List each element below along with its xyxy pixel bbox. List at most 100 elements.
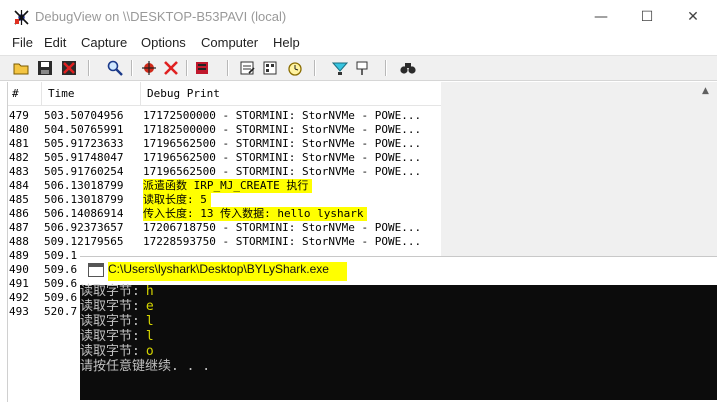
row-number: 490 — [9, 263, 29, 276]
minimize-button[interactable]: — — [578, 0, 624, 34]
toolbar-separator — [186, 60, 188, 76]
scroll-up-arrow-icon[interactable]: ▲ — [698, 84, 713, 99]
console-line-value: o — [145, 344, 154, 359]
console-line-value: e — [145, 299, 154, 314]
row-number: 487 — [9, 221, 29, 234]
console-line-label: 读取字节: — [80, 284, 140, 299]
row-time: 504.50765991 — [44, 123, 124, 136]
clear-icon[interactable] — [60, 59, 78, 77]
console-line-label: 读取字节: — [80, 344, 140, 359]
table-row[interactable]: 488 509.12179565 17228593750 - STORMINI: S… — [8, 235, 442, 249]
row-number: 482 — [9, 151, 29, 164]
row-time: 506.13018799 — [44, 193, 124, 206]
console-line-value: h — [145, 284, 154, 299]
console-line-value: l — [145, 329, 154, 344]
menu-edit[interactable]: Edit — [44, 35, 66, 50]
row-message: 派遣函数 IRP_MJ_CREATE 执行 — [143, 179, 313, 193]
row-number: 486 — [9, 207, 29, 220]
row-message: 读取长度: 5 — [143, 193, 211, 207]
table-row[interactable]: 484 506.13018799 派遣函数 IRP_MJ_CREATE 执行 — [8, 179, 442, 193]
toolbar-separator — [88, 60, 90, 76]
console-titlebar[interactable]: C:\Users\lyshark\Desktop\BYLyShark.exe — [80, 256, 717, 285]
console-app-icon — [88, 263, 104, 277]
row-time: 503.50704956 — [44, 109, 124, 122]
row-time: 509.6 — [44, 291, 78, 304]
edit-filter-icon[interactable] — [238, 59, 256, 77]
toolbar-separator — [227, 60, 229, 76]
row-time: 520.7 — [44, 305, 78, 318]
row-number: 492 — [9, 291, 29, 304]
binoculars-icon[interactable] — [399, 59, 417, 77]
capture-icon[interactable] — [140, 59, 158, 77]
row-message: 17196562500 - STORMINI: StorNVMe - POWE.… — [143, 151, 422, 164]
row-number: 488 — [9, 235, 29, 248]
menu-computer[interactable]: Computer — [201, 35, 258, 50]
row-message: 17182500000 - STORMINI: StorNVMe - POWE.… — [143, 123, 422, 136]
find-icon[interactable] — [106, 59, 124, 77]
row-message: 17172500000 - STORMINI: StorNVMe - POWE.… — [143, 109, 422, 122]
table-row[interactable]: 486 506.14086914 传入长度: 13 传入数据: hello lysh… — [8, 207, 442, 221]
open-icon[interactable] — [12, 59, 30, 77]
table-row[interactable]: 483 505.91760254 17196562500 - STORMINI: S… — [8, 165, 442, 179]
console-line: 读取字节: o — [80, 344, 154, 360]
table-row[interactable]: 481 505.91723633 17196562500 - STORMINI: S… — [8, 137, 442, 151]
column-header-number[interactable]: # — [12, 87, 19, 100]
menu-capture[interactable]: Capture — [81, 35, 127, 50]
save-icon[interactable] — [36, 59, 54, 77]
stop-capture-icon[interactable] — [162, 59, 180, 77]
row-number: 493 — [9, 305, 29, 318]
console-output[interactable]: 读取字节: h 读取字节: e 读取字节: l 读取字节: l 读取字节: o 请按任意键继续. … — [80, 284, 717, 400]
row-number: 481 — [9, 137, 29, 150]
filter-icon[interactable] — [353, 59, 371, 77]
row-message: 传入长度: 13 传入数据: hello lyshark — [143, 207, 368, 221]
debugview-titlebar[interactable]: DebugView on \\DESKTOP-B53PAVI (local) —… — [0, 0, 717, 34]
empty-pane-area — [441, 82, 717, 257]
row-number: 485 — [9, 193, 29, 206]
menu-options[interactable]: Options — [141, 35, 186, 50]
column-divider[interactable] — [140, 82, 141, 105]
window-title: DebugView on \\DESKTOP-B53PAVI (local) — [35, 9, 287, 24]
row-time: 505.91748047 — [44, 151, 124, 164]
row-message: 17196562500 - STORMINI: StorNVMe - POWE.… — [143, 137, 422, 150]
row-number: 480 — [9, 123, 29, 136]
console-title: C:\Users\lyshark\Desktop\BYLyShark.exe — [108, 262, 347, 281]
row-time: 509.6 — [44, 263, 78, 276]
menu-file[interactable]: File — [12, 35, 33, 50]
row-message: 17196562500 - STORMINI: StorNVMe - POWE.… — [143, 165, 422, 178]
row-number: 479 — [9, 109, 29, 122]
highlight-icon[interactable] — [331, 59, 349, 77]
table-row[interactable]: 482 505.91748047 17196562500 - STORMINI: S… — [8, 151, 442, 165]
console-line-label: 读取字节: — [80, 314, 140, 329]
console-prompt: 请按任意键继续. . . — [80, 359, 211, 374]
row-time: 505.91760254 — [44, 165, 124, 178]
row-number: 483 — [9, 165, 29, 178]
toolbar-separator — [314, 60, 316, 76]
table-row[interactable]: 479 503.50704956 17172500000 - STORMINI: S… — [8, 109, 442, 123]
table-row[interactable]: 485 506.13018799 读取长度: 5 — [8, 193, 442, 207]
history-depth-icon[interactable] — [261, 59, 279, 77]
console-window[interactable]: C:\Users\lyshark\Desktop\BYLyShark.exe 读… — [80, 256, 717, 400]
menu-help[interactable]: Help — [273, 35, 300, 50]
table-row[interactable]: 480 504.50765991 17182500000 - STORMINI: S… — [8, 123, 442, 137]
console-line: 读取字节: l — [80, 314, 154, 330]
row-message: 17228593750 - STORMINI: StorNVMe - POWE.… — [143, 235, 422, 248]
toolbar — [0, 55, 717, 81]
maximize-button[interactable]: ☐ — [624, 0, 670, 34]
row-time: 509.12179565 — [44, 235, 124, 248]
console-line-value: l — [145, 314, 154, 329]
clock-icon[interactable] — [286, 59, 304, 77]
row-time: 506.92373657 — [44, 221, 124, 234]
row-number: 491 — [9, 277, 29, 290]
console-line: 读取字节: l — [80, 329, 154, 345]
row-time: 506.14086914 — [44, 207, 124, 220]
column-header-time[interactable]: Time — [48, 87, 75, 100]
column-header-debug-print[interactable]: Debug Print — [147, 87, 220, 100]
clear-display-icon[interactable] — [193, 59, 211, 77]
close-button[interactable]: ✕ — [670, 0, 716, 34]
table-row[interactable]: 487 506.92373657 17206718750 - STORMINI: S… — [8, 221, 442, 235]
console-line-label: 读取字节: — [80, 329, 140, 344]
console-line-label: 读取字节: — [80, 299, 140, 314]
menu-bar: File Edit Capture Options Computer Help — [0, 34, 717, 54]
column-divider[interactable] — [41, 82, 42, 105]
debugview-app-icon — [14, 10, 29, 25]
